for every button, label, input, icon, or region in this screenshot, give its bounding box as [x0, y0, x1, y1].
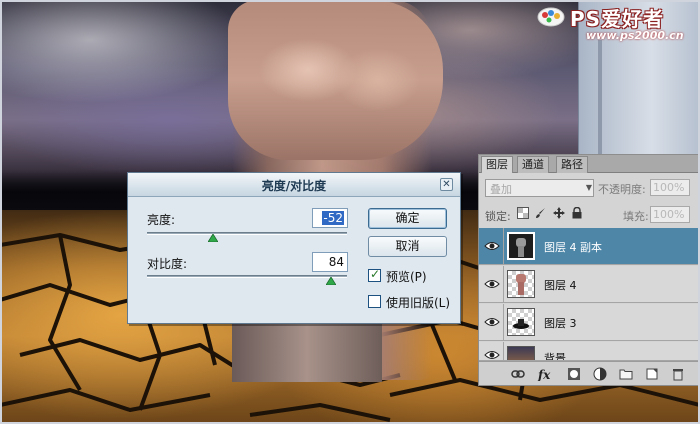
layer-name[interactable]: 图层 4: [544, 277, 577, 293]
tab-layers[interactable]: 图层: [481, 156, 513, 173]
brightness-slider-track[interactable]: [147, 232, 347, 235]
layer-row[interactable]: 图层 4: [479, 266, 699, 303]
link-icon[interactable]: [511, 367, 525, 381]
layer-row[interactable]: 图层 3: [479, 304, 699, 341]
fist-thumbnail-icon: [516, 238, 526, 257]
lock-transparent-icon[interactable]: [517, 207, 529, 219]
new-layer-icon[interactable]: [645, 367, 659, 381]
shadow-thumbnail-icon: [513, 319, 529, 329]
preview-label[interactable]: 预览(P): [386, 268, 427, 285]
trash-icon[interactable]: [671, 367, 685, 381]
eye-icon[interactable]: [484, 239, 500, 253]
fist-thumbnail-icon: [516, 274, 526, 295]
divider: [503, 342, 504, 360]
blend-mode-value: 叠加: [490, 183, 512, 196]
checkmark-icon: ✓: [370, 267, 381, 281]
brand-name: PS爱好者: [570, 7, 665, 31]
group-folder-icon[interactable]: [619, 367, 633, 381]
eye-icon[interactable]: [484, 277, 500, 291]
brush-icon[interactable]: [535, 207, 547, 219]
layer-name[interactable]: 背景: [544, 350, 566, 360]
tab-paths[interactable]: 路径: [556, 156, 588, 173]
divider: [503, 228, 504, 265]
legacy-label[interactable]: 使用旧版(L): [386, 294, 450, 311]
eye-icon[interactable]: [484, 348, 500, 361]
layer-row[interactable]: 背景: [479, 342, 699, 361]
lock-all-icon[interactable]: [571, 207, 583, 219]
dialog-title: 亮度/对比度: [261, 179, 327, 193]
ps-logo-icon: [537, 7, 565, 27]
adjustment-icon[interactable]: [593, 367, 607, 381]
clenched-fist: [228, 0, 443, 160]
chevron-down-icon: ▼: [585, 183, 593, 192]
app-frame-divider: [598, 40, 602, 160]
tab-channels[interactable]: 通道: [517, 156, 549, 173]
layer-thumbnail: [507, 232, 535, 260]
opacity-label: 不透明度:: [598, 183, 646, 196]
contrast-slider-thumb[interactable]: [326, 277, 336, 285]
layer-thumbnail: [507, 346, 535, 360]
brightness-label: 亮度:: [147, 213, 176, 227]
brightness-slider-thumb[interactable]: [208, 234, 218, 242]
fill-label: 填充:: [623, 210, 649, 223]
lock-label: 锁定:: [485, 210, 511, 223]
move-icon[interactable]: [553, 207, 565, 219]
layer-row[interactable]: 图层 4 副本: [479, 228, 699, 265]
brightness-contrast-dialog: 亮度/对比度 ✕ 亮度: -52 对比度: 84 确定 取消 ✓ 预览(P) 使…: [127, 172, 461, 324]
dialog-titlebar[interactable]: 亮度/对比度 ✕: [128, 173, 460, 197]
close-icon[interactable]: ✕: [440, 178, 453, 191]
contrast-slider-track[interactable]: [147, 275, 347, 278]
layer-thumbnail: [507, 308, 535, 336]
layer-name[interactable]: 图层 3: [544, 315, 577, 331]
divider: [503, 304, 504, 341]
layers-panel: 图层 通道 路径 叠加 ▼ 不透明度: 100% 锁定: 填充: 100% 图层…: [478, 154, 700, 386]
svg-text:fx: fx: [537, 368, 551, 381]
contrast-label: 对比度:: [147, 257, 188, 271]
legacy-checkbox[interactable]: [368, 295, 381, 308]
opacity-input[interactable]: 100%: [650, 179, 690, 196]
mask-icon[interactable]: [567, 367, 581, 381]
eye-icon[interactable]: [484, 315, 500, 329]
blend-mode-select[interactable]: 叠加 ▼: [485, 179, 594, 197]
panel-tab-bar: 图层 通道 路径: [479, 155, 699, 173]
preview-checkbox[interactable]: ✓: [368, 267, 381, 282]
layer-thumbnail: [507, 270, 535, 298]
layer-name[interactable]: 图层 4 副本: [544, 239, 602, 255]
ok-button[interactable]: 确定: [368, 208, 447, 229]
contrast-input[interactable]: 84: [312, 252, 348, 272]
cancel-button[interactable]: 取消: [368, 236, 447, 257]
brightness-input[interactable]: -52: [312, 208, 348, 228]
brand-url: www.ps2000.cn: [586, 29, 684, 42]
divider: [503, 266, 504, 303]
layers-footer-toolbar: fx: [479, 361, 699, 385]
fx-icon[interactable]: fx: [537, 367, 555, 381]
fill-input[interactable]: 100%: [650, 206, 690, 223]
